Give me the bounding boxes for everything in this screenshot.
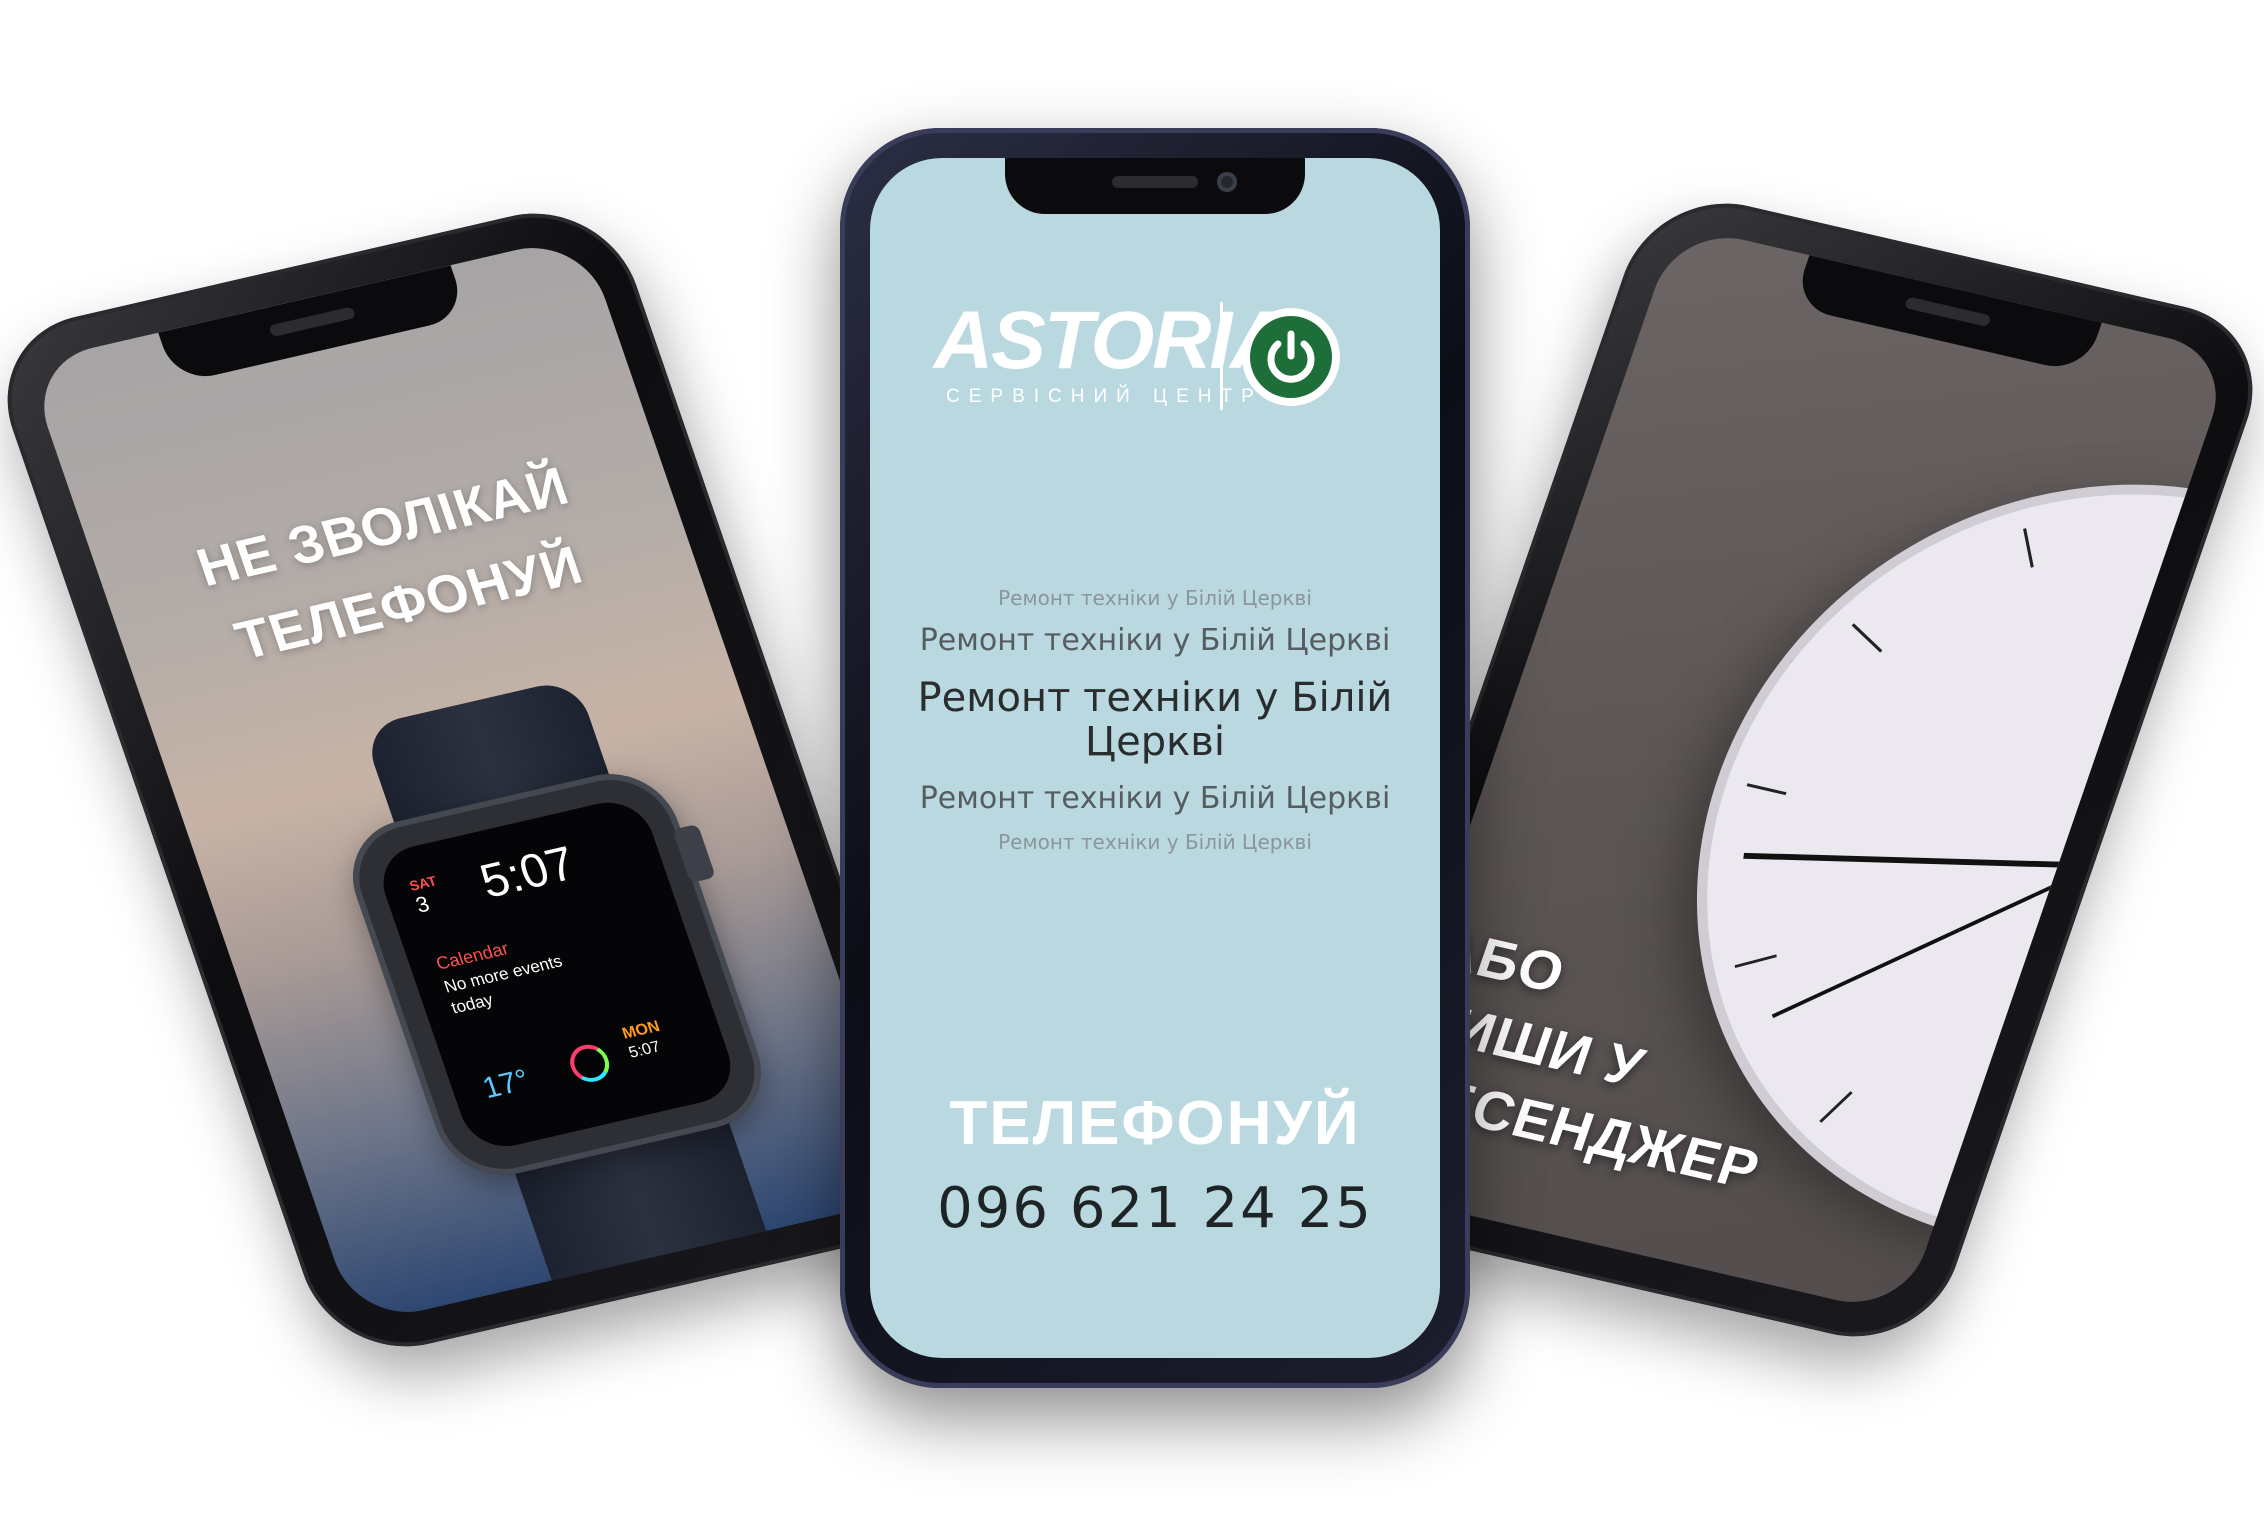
power-icon [1242, 308, 1340, 406]
logo-subtitle: СЕРВІСНИЙ ЦЕНТР [946, 386, 1263, 407]
phone-left-screen: SAT 3 5:07 Calendar No more events today… [25, 234, 915, 1326]
watch-time: 5:07 [473, 837, 583, 909]
phone-left: SAT 3 5:07 Calendar No more events today… [0, 194, 959, 1366]
astoria-logo: ASTORIA СЕРВІСНИЙ ЦЕНТР [870, 294, 1440, 414]
notch [158, 265, 469, 385]
repair-line: Ремонт техніки у Білій Церкві [919, 623, 1391, 658]
watch-temperature: 17° [478, 1063, 534, 1105]
speaker [1903, 296, 1992, 328]
phone-number: 096 621 24 25 [937, 1176, 1373, 1241]
phone-right-screen: АБО ПИШИ У МЕСЕНДЖЕР [1345, 224, 2235, 1316]
notch [1005, 158, 1305, 214]
repair-tagline-stack: Ремонт техніки у Білій Церкві Ремонт тех… [870, 586, 1440, 854]
phone-center: ASTORIA СЕРВІСНИЙ ЦЕНТР Ремонт техніки у… [840, 128, 1470, 1388]
speaker [268, 306, 357, 338]
logo-wordmark: ASTORIA [934, 295, 1290, 386]
logo-divider [1220, 302, 1223, 410]
repair-line: Ремонт техніки у Білій Церкві [919, 781, 1391, 816]
notch [1791, 255, 2102, 375]
speaker [1112, 176, 1198, 188]
front-camera-icon [1217, 172, 1237, 192]
watch-date: 3 [412, 891, 433, 918]
promo-collage: SAT 3 5:07 Calendar No more events today… [0, 0, 2264, 1514]
repair-line: Ремонт техніки у Білій Церкві [998, 586, 1312, 610]
left-headline: НЕ ЗВОЛІКАЙ ТЕЛЕФОНУЙ [91, 425, 701, 706]
repair-line: Ремонт техніки у Білій Церкві [917, 675, 1393, 765]
repair-line: Ремонт техніки у Білій Церкві [998, 830, 1312, 854]
activity-ring-icon [564, 1041, 615, 1086]
phone-center-screen: ASTORIA СЕРВІСНИЙ ЦЕНТР Ремонт техніки у… [870, 158, 1440, 1358]
call-label: ТЕЛЕФОНУЙ [949, 1089, 1361, 1158]
power-symbol-icon [1267, 330, 1315, 383]
